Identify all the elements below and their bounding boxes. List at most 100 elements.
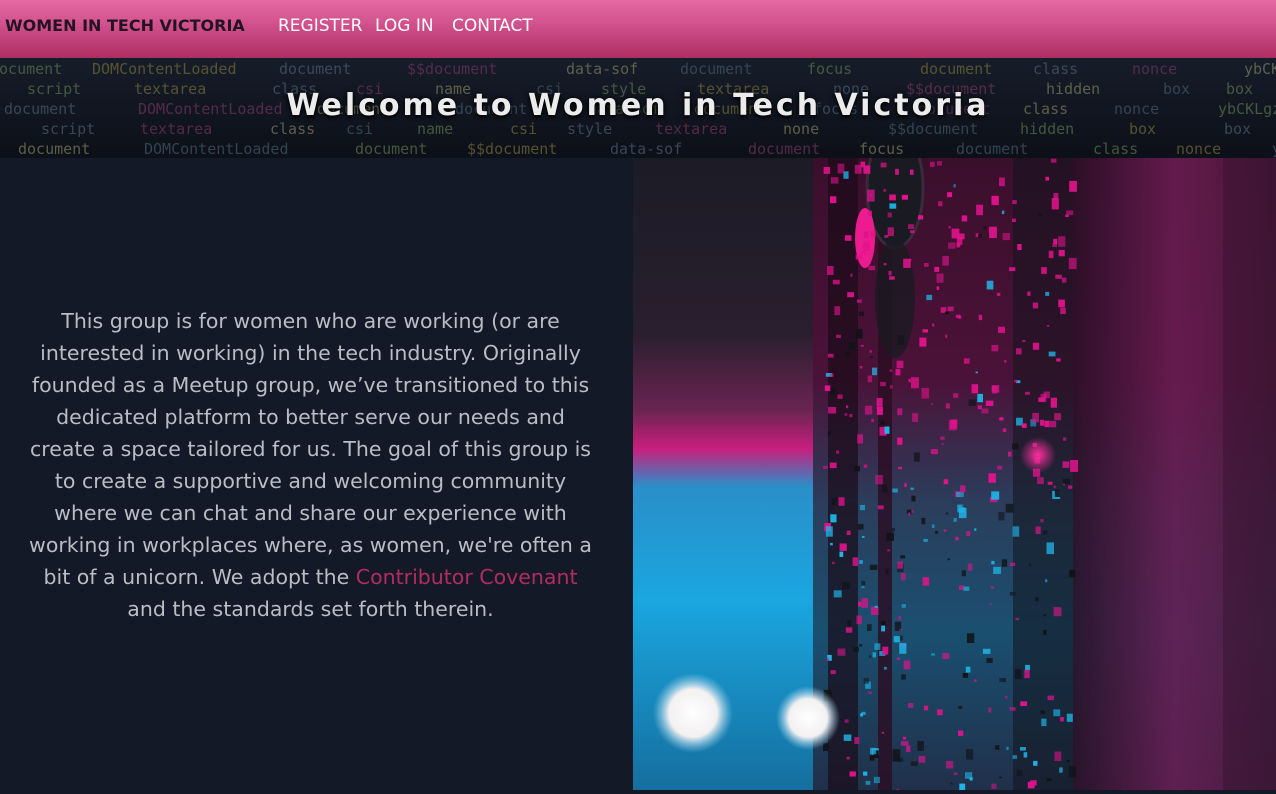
circuit-component (901, 674, 906, 680)
nav-contact-link[interactable]: CONTACT (452, 16, 533, 36)
circuit-component (829, 196, 837, 204)
circuit-component (1012, 526, 1020, 537)
circuit-component (869, 755, 875, 761)
circuit-component (922, 577, 930, 586)
circuit-component (1025, 391, 1030, 395)
circuit-component (1032, 302, 1039, 309)
circuit-component (999, 177, 1005, 187)
circuit-component (956, 491, 964, 498)
circuit-component (880, 162, 887, 168)
circuit-component (944, 311, 949, 315)
circuit-component (824, 385, 831, 392)
circuit-component (991, 195, 999, 206)
circuit-component (922, 329, 928, 333)
circuit-component (958, 315, 962, 319)
page-title: Welcome to Women in Tech Victoria (286, 88, 990, 123)
circuit-component (942, 256, 949, 266)
circuit-component (991, 783, 997, 789)
circuit-component (1069, 180, 1077, 192)
circuit-component (859, 560, 863, 564)
circuit-component (931, 653, 935, 656)
circuit-component (913, 452, 920, 462)
circuit-component (854, 465, 860, 472)
intro-section: This group is for women who are working … (0, 158, 633, 790)
circuit-component (847, 292, 854, 298)
circuit-component (1032, 412, 1039, 423)
circuit-component (1046, 542, 1054, 555)
circuit-component (999, 678, 1006, 683)
circuit-component (863, 242, 870, 252)
circuit-component (1049, 420, 1057, 428)
circuit-component (853, 647, 859, 653)
circuit-component (908, 378, 911, 383)
circuit-component (834, 306, 841, 316)
circuit-component (953, 393, 959, 398)
circuit-component (825, 526, 833, 537)
circuit-component (1038, 213, 1042, 217)
nav-login-link[interactable]: LOG IN (375, 16, 434, 36)
circuit-component (888, 607, 892, 609)
circuit-component (842, 582, 850, 590)
top-navbar: WOMEN IN TECH VICTORIA REGISTER LOG IN C… (0, 0, 1276, 58)
site-brand-link[interactable]: WOMEN IN TECH VICTORIA (5, 16, 245, 35)
circuit-component (958, 706, 963, 709)
circuit-component (1062, 461, 1070, 468)
circuit-component (918, 215, 924, 220)
circuit-component (1005, 503, 1014, 513)
circuit-component (1020, 701, 1028, 707)
circuit-component (1029, 563, 1032, 566)
circuit-component (872, 652, 876, 658)
circuit-component (950, 782, 953, 785)
circuit-component (867, 375, 873, 383)
circuit-component (1009, 592, 1016, 596)
circuit-component (945, 334, 948, 338)
circuit-component (883, 263, 887, 266)
circuit-component (953, 517, 957, 522)
circuit-component (963, 586, 970, 591)
circuit-component (900, 572, 906, 581)
circuit-component (1065, 214, 1069, 218)
circuit-component (1047, 695, 1055, 701)
circuit-component (850, 273, 853, 277)
circuit-component (942, 653, 950, 659)
circuit-component (988, 473, 996, 483)
circuit-component (945, 512, 949, 515)
circuit-component (881, 625, 885, 632)
circuit-component (1020, 747, 1026, 751)
contributor-covenant-link[interactable]: Contributor Covenant (356, 565, 578, 589)
circuit-component (978, 314, 983, 321)
intro-text-after-link: and the standards set forth therein. (127, 597, 494, 621)
circuit-component (948, 242, 956, 249)
circuit-component (882, 484, 888, 493)
circuit-component (846, 756, 850, 760)
circuit-component (1060, 307, 1066, 315)
circuit-component (1053, 709, 1061, 717)
circuit-component (1021, 423, 1027, 428)
circuit-component (1041, 718, 1047, 727)
circuit-component (991, 491, 1000, 500)
circuit-component (1035, 597, 1039, 602)
circuit-component (827, 431, 832, 436)
circuit-component (1013, 379, 1018, 383)
circuit-component (938, 201, 943, 207)
circuit-component (855, 254, 863, 260)
circuit-board-image (633, 126, 1276, 792)
circuit-component (886, 532, 894, 541)
circuit-component (974, 528, 977, 531)
circuit-component (1047, 481, 1053, 485)
circuit-component (898, 466, 902, 470)
circuit-component (967, 563, 973, 571)
circuit-component (986, 658, 993, 663)
circuit-component (936, 273, 944, 283)
circuit-component (1009, 562, 1016, 566)
circuit-component (857, 434, 864, 444)
nav-register-link[interactable]: REGISTER (278, 16, 362, 36)
circuit-component (895, 168, 899, 175)
circuit-component (882, 646, 889, 655)
circuit-component (921, 517, 926, 525)
circuit-component (1051, 198, 1059, 210)
circuit-component (1016, 417, 1023, 426)
circuit-component (857, 299, 862, 303)
circuit-component (1045, 291, 1050, 296)
circuit-component (1027, 291, 1031, 296)
